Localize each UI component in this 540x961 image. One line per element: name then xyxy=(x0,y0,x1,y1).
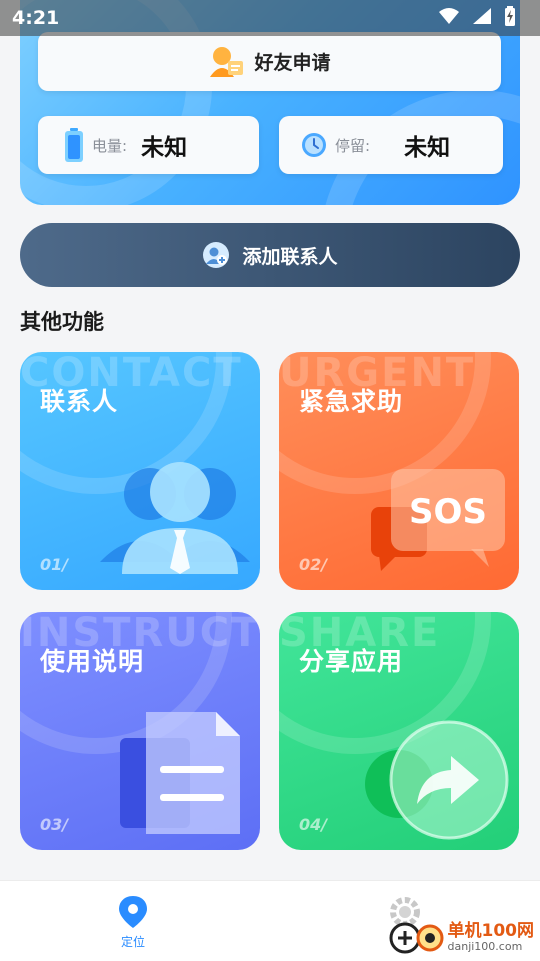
stay-card: 停留: 未知 xyxy=(279,116,503,174)
watermark: 单机100网 danji100.com xyxy=(388,920,535,956)
share-icon xyxy=(365,720,509,840)
friend-request-icon xyxy=(210,46,244,77)
card-title: 紧急求助 xyxy=(299,387,404,416)
feature-card-emergency[interactable]: URGENT 紧急求助 SOS 02/ xyxy=(279,352,519,590)
clock-icon xyxy=(302,133,326,157)
nav-locate[interactable]: 定位 xyxy=(118,895,148,950)
status-time: 4:21 xyxy=(12,7,60,29)
location-pin-icon xyxy=(119,896,147,928)
watermark-text-en: danji100.com xyxy=(447,940,523,954)
battery-value: 未知 xyxy=(141,135,188,161)
add-contact-icon xyxy=(203,242,230,268)
status-bar: 4:21 xyxy=(0,0,540,36)
card-number: 04/ xyxy=(299,815,328,834)
card-number: 02/ xyxy=(299,555,328,574)
wifi-icon xyxy=(439,8,459,24)
stay-label: 停留: xyxy=(335,136,371,155)
battery-icon xyxy=(505,6,515,26)
add-contact-button[interactable]: 添加联系人 xyxy=(20,223,520,287)
card-title: 使用说明 xyxy=(40,647,145,676)
card-title: 分享应用 xyxy=(299,647,404,676)
section-title: 其他功能 xyxy=(20,310,104,334)
signal-icon xyxy=(473,8,491,24)
feature-card-contacts[interactable]: CONTACT 联系人 01/ xyxy=(20,352,260,590)
watermark-logo-icon xyxy=(389,922,443,954)
friend-request-button[interactable]: 好友申请 xyxy=(38,32,501,91)
battery-level-icon xyxy=(65,128,83,162)
friend-request-label: 好友申请 xyxy=(254,52,331,74)
stay-value: 未知 xyxy=(404,135,451,161)
feature-card-share[interactable]: SHARE 分享应用 04/ xyxy=(279,612,519,850)
card-number: 01/ xyxy=(40,555,69,574)
document-icon xyxy=(120,712,240,834)
battery-card: 电量: 未知 xyxy=(38,116,259,174)
feature-card-instructions[interactable]: INSTRUCTION 使用说明 03/ xyxy=(20,612,260,850)
contacts-icon xyxy=(100,462,250,574)
card-title: 联系人 xyxy=(40,387,119,416)
card-number: 03/ xyxy=(40,815,69,834)
battery-label: 电量: xyxy=(92,136,128,155)
sos-badge: SOS xyxy=(409,492,487,532)
nav-locate-label: 定位 xyxy=(120,935,145,949)
add-contact-label: 添加联系人 xyxy=(242,245,338,268)
sos-icon: SOS xyxy=(371,469,505,571)
watermark-text-cn: 单机100网 xyxy=(447,921,535,942)
